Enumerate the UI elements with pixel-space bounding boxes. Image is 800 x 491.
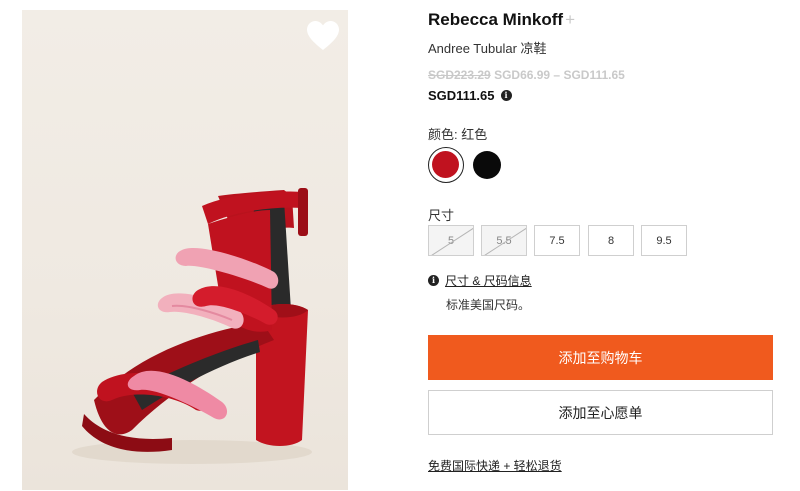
size-label: 尺寸 [428, 208, 455, 223]
shipping-returns-link[interactable]: 免费国际快递 + 轻松退货 [428, 457, 562, 474]
sale-price-range: SGD66.99 – SGD111.65 [494, 68, 625, 82]
current-price-value: SGD111.65 [428, 88, 495, 103]
size-option-unavailable[interactable]: 5.5 [481, 225, 527, 256]
add-to-cart-button[interactable]: 添加至购物车 [428, 335, 773, 380]
size-guide-link[interactable]: 尺寸 & 尺码信息 [445, 272, 532, 289]
current-price: SGD111.65 i [428, 88, 512, 103]
brand-name[interactable]: Rebecca Minkoff + [428, 10, 575, 30]
follow-brand-icon[interactable]: + [565, 10, 575, 29]
info-icon[interactable]: i [500, 90, 512, 101]
color-swatch-red[interactable] [428, 147, 464, 183]
product-image [22, 10, 348, 490]
size-guide: i 尺寸 & 尺码信息 [428, 272, 532, 289]
color-label: 颜色: 红色 [428, 127, 488, 142]
size-option[interactable]: 8 [588, 225, 634, 256]
add-to-wishlist-button[interactable]: 添加至心愿单 [428, 390, 773, 435]
brand-label[interactable]: Rebecca Minkoff [428, 10, 563, 29]
size-note: 标准美国尺码。 [446, 298, 531, 312]
size-option[interactable]: 7.5 [534, 225, 580, 256]
size-option-unavailable[interactable]: 5 [428, 225, 474, 256]
swatch-fill [432, 151, 459, 178]
color-swatch-black[interactable] [473, 151, 501, 179]
original-prices: SGD223.29 SGD66.99 – SGD111.65 [428, 68, 625, 82]
heart-icon[interactable] [305, 19, 341, 53]
sandal-illustration [72, 188, 312, 464]
info-icon: i [428, 275, 439, 286]
size-option[interactable]: 9.5 [641, 225, 687, 256]
original-price: SGD223.29 [428, 68, 491, 82]
product-name: Andree Tubular 凉鞋 [428, 41, 547, 56]
